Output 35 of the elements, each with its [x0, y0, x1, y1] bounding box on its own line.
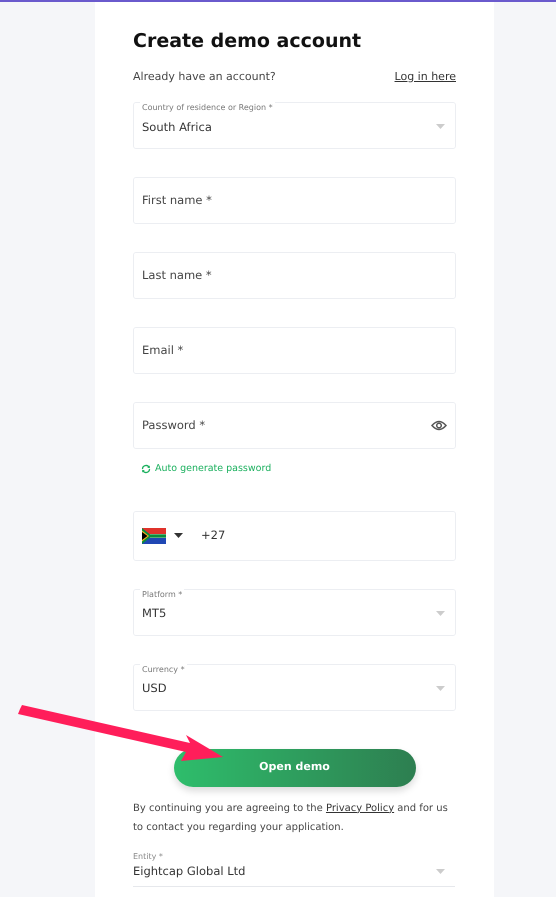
caret-icon [436, 686, 445, 691]
field-label: Currency * [140, 664, 187, 676]
refresh-icon [141, 464, 151, 474]
field-placeholder: Password * [142, 417, 206, 434]
caret-icon [436, 124, 445, 130]
password-field[interactable]: Password * [133, 402, 456, 450]
consent-text: By continuing you are agreeing to the Privacy Policy and for us to contact you regarding your application. [133, 802, 449, 835]
field-value: Eightcap Global Ltd [133, 862, 246, 880]
input-field[interactable]: Last name * [133, 252, 456, 300]
input-field[interactable]: First name * [133, 177, 456, 224]
caret-icon [436, 868, 445, 874]
field-label: Entity * [133, 850, 164, 863]
field-label: Country of residence or Region * [140, 102, 275, 114]
select-field[interactable]: Platform * MT5 [133, 588, 456, 636]
login-prompt: Already have an account? [133, 68, 276, 85]
page-title: Create demo account [133, 30, 362, 53]
caret-icon [436, 610, 445, 616]
eye-icon[interactable] [431, 420, 447, 432]
phone-code: +27 [201, 526, 226, 544]
field-value: USD [142, 680, 167, 698]
login-link[interactable]: Log in here [394, 68, 456, 86]
field-placeholder: Last name * [142, 267, 212, 284]
field-value: MT5 [142, 605, 166, 622]
privacy-policy-link[interactable]: Privacy Policy [326, 802, 394, 814]
select-field[interactable]: Country of residence or Region * South Africa [133, 102, 456, 150]
entity-select[interactable]: Entity * Eightcap Global Ltd [133, 850, 455, 887]
phone-field[interactable]: +27 [133, 510, 456, 561]
field-value: South Africa [142, 119, 212, 136]
flag-icon[interactable] [142, 528, 166, 544]
select-field[interactable]: Currency * USD [133, 664, 456, 711]
input-field[interactable]: Email * [133, 327, 456, 374]
field-placeholder: First name * [142, 192, 212, 210]
caret-icon [174, 533, 183, 538]
open-demo-button[interactable]: Open demo [174, 748, 416, 787]
field-placeholder: Email * [142, 342, 184, 360]
